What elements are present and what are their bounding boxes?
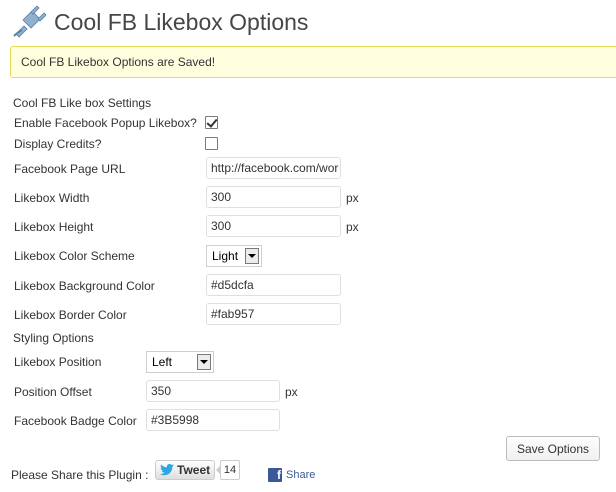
tweet-count: 14 [216, 460, 240, 480]
width-unit: px [346, 191, 359, 205]
section-label-styling: Styling Options [13, 331, 94, 345]
page-url-label: Facebook Page URL [14, 162, 126, 176]
width-label: Likebox Width [14, 191, 90, 205]
badge-color-input[interactable]: #3B5998 [146, 409, 280, 431]
section-label-settings: Cool FB Like box Settings [13, 96, 152, 110]
bg-color-label: Likebox Background Color [14, 279, 155, 293]
saved-notice: Cool FB Likebox Options are Saved! [10, 46, 616, 78]
offset-unit: px [285, 385, 298, 399]
facebook-share-button[interactable]: f Share [268, 468, 315, 482]
width-input[interactable]: 300 [206, 186, 341, 208]
save-options-button[interactable]: Save Options [506, 436, 600, 461]
display-credits-label: Display Credits? [14, 137, 102, 151]
border-color-label: Likebox Border Color [14, 308, 127, 322]
tweet-button[interactable]: Tweet [155, 460, 215, 480]
height-label: Likebox Height [14, 220, 94, 234]
position-select[interactable]: Left [146, 351, 214, 373]
badge-color-label: Facebook Badge Color [14, 414, 137, 428]
display-credits-checkbox[interactable] [205, 137, 218, 150]
position-value: Left [152, 355, 173, 369]
chevron-down-icon[interactable] [197, 354, 211, 370]
chevron-down-icon[interactable] [245, 248, 259, 264]
color-scheme-label: Likebox Color Scheme [14, 249, 135, 263]
height-unit: px [346, 220, 359, 234]
options-page: Cool FB Likebox Options Cool FB Likebox … [0, 0, 616, 492]
twitter-bird-icon [160, 464, 174, 476]
share-label: Please Share this Plugin : [11, 468, 149, 482]
height-input[interactable]: 300 [206, 215, 341, 237]
tweet-label: Tweet [177, 463, 211, 477]
position-label: Likebox Position [14, 355, 102, 369]
notice-text: Cool FB Likebox Options are Saved! [21, 55, 216, 69]
bg-color-input[interactable]: #d5dcfa [206, 274, 341, 296]
color-scheme-value: Light [212, 249, 239, 263]
facebook-share-label: Share [286, 469, 316, 481]
offset-input[interactable]: 350 [146, 380, 280, 402]
page-url-input[interactable]: http://facebook.com/wor [206, 157, 341, 179]
plug-icon [13, 6, 46, 38]
enable-popup-label: Enable Facebook Popup Likebox? [14, 116, 197, 130]
page-title: Cool FB Likebox Options [54, 8, 309, 35]
color-scheme-select[interactable]: Light [206, 245, 262, 267]
title-row: Cool FB Likebox Options [12, 4, 308, 40]
enable-popup-checkbox[interactable] [205, 116, 218, 129]
offset-label: Position Offset [14, 385, 92, 399]
border-color-input[interactable]: #fab957 [206, 303, 341, 325]
facebook-icon: f [268, 468, 282, 482]
